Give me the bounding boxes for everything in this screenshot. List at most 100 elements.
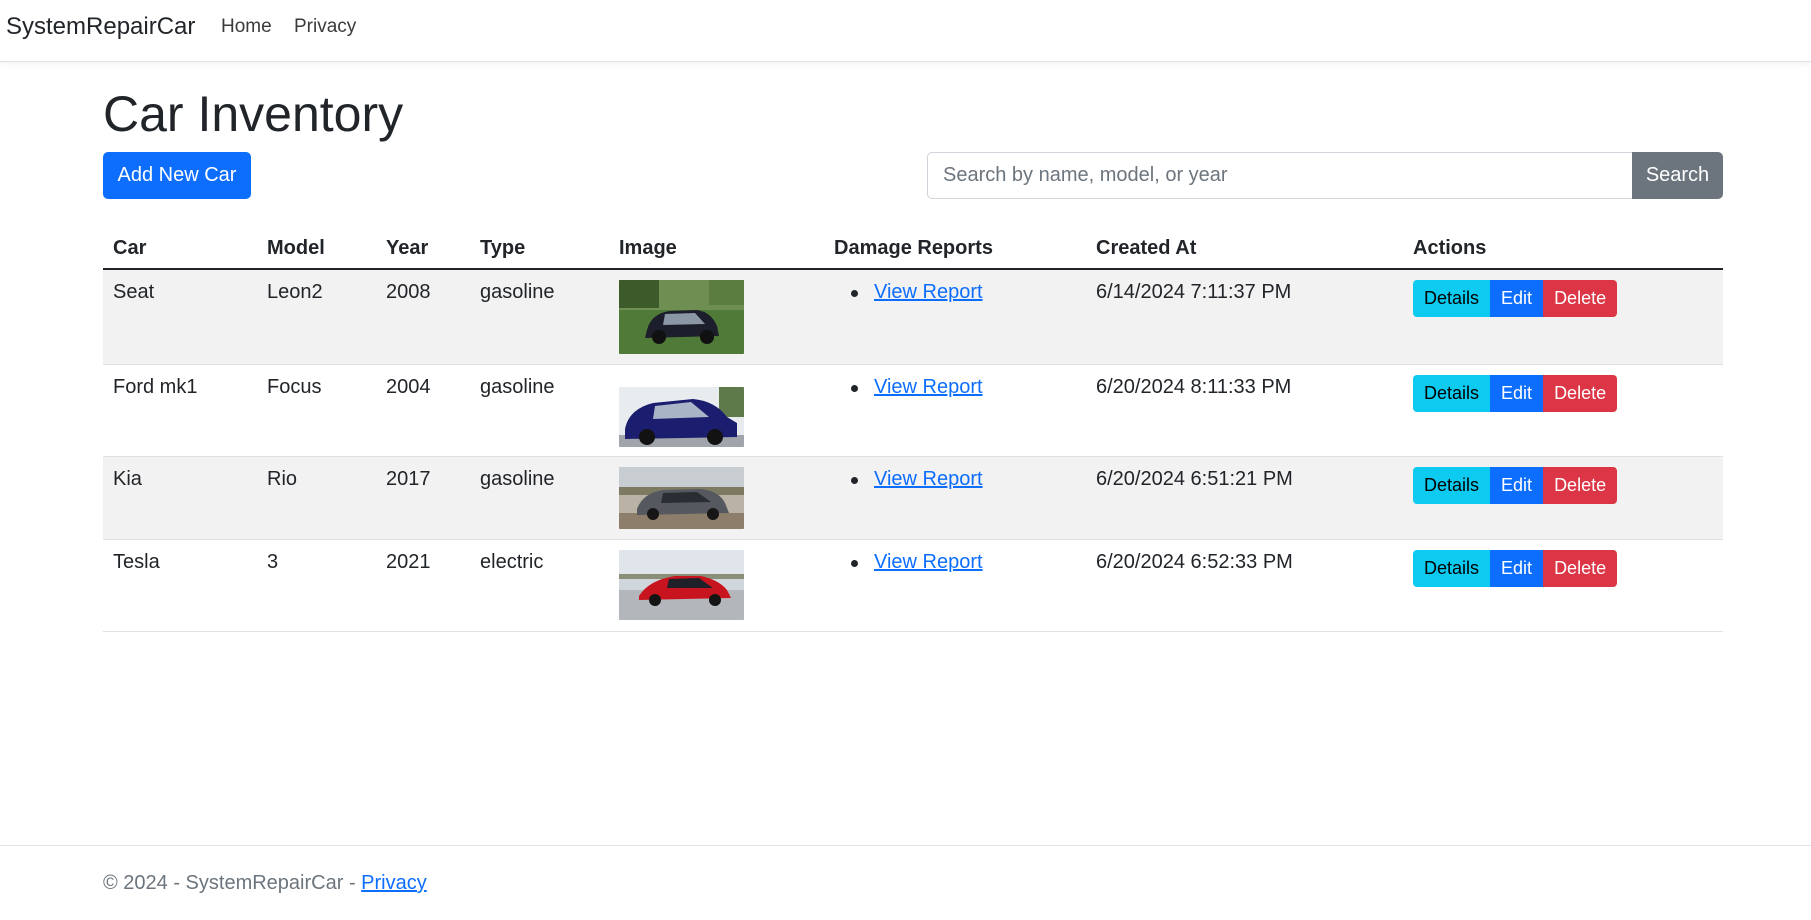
- cell-model: Rio: [257, 456, 376, 540]
- report-list: View Report: [834, 540, 1076, 574]
- cell-damage-reports: View Report: [824, 269, 1086, 365]
- cell-car: Kia: [103, 456, 257, 540]
- car-year: 2017: [386, 467, 431, 490]
- report-list: View Report: [834, 365, 1076, 399]
- car-name: Ford mk1: [113, 375, 198, 398]
- page-title: Car Inventory: [103, 86, 404, 142]
- table-header-row: Car Model Year Type Image Damage Reports…: [103, 225, 1723, 270]
- cell-image: [609, 364, 824, 457]
- details-button[interactable]: Details: [1413, 466, 1491, 504]
- edit-button[interactable]: Edit: [1490, 374, 1544, 412]
- report-list: View Report: [834, 457, 1076, 491]
- cell-model: Focus: [257, 364, 376, 457]
- cell-damage-reports: View Report: [824, 364, 1086, 457]
- report-list: View Report: [834, 270, 1076, 304]
- car-year: 2021: [386, 550, 431, 573]
- cell-actions: Details Edit Delete: [1403, 539, 1723, 632]
- header-model: Model: [257, 225, 376, 270]
- action-button-group: Details Edit Delete: [1413, 466, 1713, 504]
- car-year: 2004: [386, 375, 431, 398]
- cell-created-at: 6/20/2024 6:51:21 PM: [1086, 456, 1403, 540]
- table-row: Kia Rio 2017 gasoline View Report 6/20/2…: [103, 456, 1723, 540]
- car-model: Rio: [267, 467, 298, 490]
- top-navbar: SystemRepairCar Home Privacy: [0, 0, 1811, 62]
- delete-button[interactable]: Delete: [1543, 549, 1618, 587]
- cell-year: 2004: [376, 364, 470, 457]
- cell-image: [609, 539, 824, 632]
- car-model: Leon2: [267, 281, 323, 303]
- cell-year: 2017: [376, 456, 470, 540]
- header-type: Type: [470, 225, 609, 270]
- cell-car: Seat: [103, 269, 257, 365]
- view-report-link[interactable]: View Report: [874, 468, 983, 490]
- edit-button[interactable]: Edit: [1490, 466, 1544, 504]
- cell-created-at: 6/14/2024 7:11:37 PM: [1086, 269, 1403, 365]
- header-actions: Actions: [1403, 225, 1723, 270]
- created-at: 6/14/2024 7:11:37 PM: [1096, 281, 1292, 303]
- report-list-item: View Report: [851, 376, 1076, 399]
- cell-image: [609, 269, 824, 365]
- action-button-group: Details Edit Delete: [1413, 549, 1713, 587]
- car-name: Tesla: [113, 550, 160, 573]
- header-car: Car: [103, 225, 257, 270]
- add-new-car-button[interactable]: Add New Car: [103, 152, 251, 199]
- copyright-text: © 2024 - SystemRepairCar -: [103, 872, 362, 894]
- created-at: 6/20/2024 8:11:33 PM: [1096, 375, 1292, 398]
- table-row: Seat Leon2 2008 gasoline View Report 6/1…: [103, 269, 1723, 365]
- header-created-at: Created At: [1086, 225, 1403, 270]
- car-name: Seat: [113, 281, 155, 303]
- cell-image: [609, 456, 824, 540]
- edit-button[interactable]: Edit: [1490, 549, 1544, 587]
- car-type: gasoline: [480, 375, 555, 398]
- cell-type: gasoline: [470, 269, 609, 365]
- view-report-link[interactable]: View Report: [874, 551, 983, 573]
- car-inventory-table: Car Model Year Type Image Damage Reports…: [103, 225, 1723, 632]
- search-input[interactable]: [927, 152, 1632, 199]
- car-model: 3: [267, 550, 279, 573]
- table-row: Tesla 3 2021 electric View Report 6/20/2…: [103, 539, 1723, 632]
- cell-actions: Details Edit Delete: [1403, 269, 1723, 365]
- cell-model: Leon2: [257, 269, 376, 365]
- report-list-item: View Report: [851, 551, 1076, 574]
- cell-damage-reports: View Report: [824, 539, 1086, 632]
- page-footer: © 2024 - SystemRepairCar - Privacy: [0, 845, 1811, 920]
- cell-type: gasoline: [470, 456, 609, 540]
- nav-link-privacy[interactable]: Privacy: [294, 16, 356, 38]
- cell-car: Tesla: [103, 539, 257, 632]
- details-button[interactable]: Details: [1413, 549, 1491, 587]
- view-report-link[interactable]: View Report: [874, 281, 983, 303]
- created-at: 6/20/2024 6:52:33 PM: [1096, 550, 1293, 573]
- view-report-link[interactable]: View Report: [874, 376, 983, 398]
- car-thumbnail: [619, 466, 744, 529]
- cell-actions: Details Edit Delete: [1403, 456, 1723, 540]
- car-model: Focus: [267, 375, 322, 398]
- cell-created-at: 6/20/2024 8:11:33 PM: [1086, 364, 1403, 457]
- footer-privacy-link[interactable]: Privacy: [361, 872, 427, 894]
- delete-button[interactable]: Delete: [1543, 280, 1618, 317]
- cell-car: Ford mk1: [103, 364, 257, 457]
- car-type: gasoline: [480, 467, 555, 490]
- details-button[interactable]: Details: [1413, 374, 1491, 412]
- cell-type: gasoline: [470, 364, 609, 457]
- delete-button[interactable]: Delete: [1543, 374, 1618, 412]
- car-year: 2008: [386, 281, 431, 303]
- edit-button[interactable]: Edit: [1490, 280, 1544, 317]
- cell-year: 2021: [376, 539, 470, 632]
- cell-created-at: 6/20/2024 6:52:33 PM: [1086, 539, 1403, 632]
- details-button[interactable]: Details: [1413, 280, 1491, 317]
- brand-link[interactable]: SystemRepairCar: [6, 13, 195, 41]
- delete-button[interactable]: Delete: [1543, 466, 1618, 504]
- header-image: Image: [609, 225, 824, 270]
- cell-year: 2008: [376, 269, 470, 365]
- report-list-item: View Report: [851, 468, 1076, 491]
- cell-actions: Details Edit Delete: [1403, 364, 1723, 457]
- search-form: Search: [927, 152, 1723, 199]
- nav-link-home[interactable]: Home: [221, 16, 272, 38]
- footer-text: © 2024 - SystemRepairCar - Privacy: [103, 872, 427, 895]
- search-button[interactable]: Search: [1632, 152, 1723, 199]
- action-button-group: Details Edit Delete: [1413, 374, 1713, 412]
- cell-type: electric: [470, 539, 609, 632]
- header-year: Year: [376, 225, 470, 270]
- cell-model: 3: [257, 539, 376, 632]
- car-type: gasoline: [480, 281, 555, 303]
